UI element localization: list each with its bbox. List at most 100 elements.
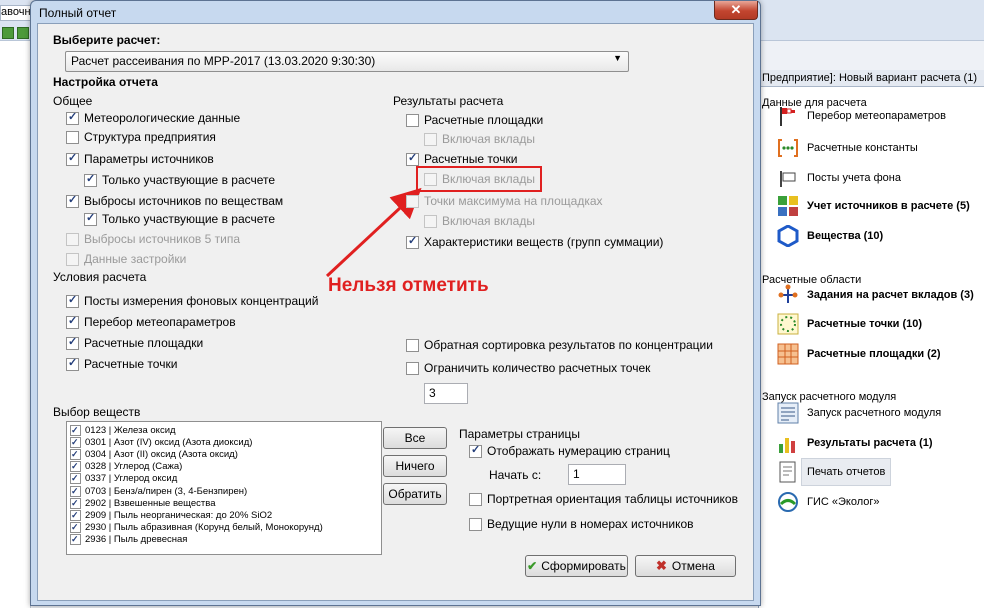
condition-option-2[interactable]: Расчетные площадки	[66, 336, 203, 350]
checkbox-box[interactable]	[70, 497, 81, 509]
checkbox-box[interactable]	[66, 294, 79, 308]
select-all-button[interactable]: Все	[383, 427, 447, 449]
reverse-sort-checkbox[interactable]: Обратная сортировка результатов по конце…	[406, 338, 713, 352]
checkbox-box[interactable]	[406, 152, 419, 166]
checkbox-box[interactable]	[66, 130, 79, 144]
substance-item[interactable]: 2909 | Пыль неорганическая: до 20% SiO2	[70, 509, 272, 521]
checkbox-box[interactable]	[469, 517, 482, 531]
general-option-4[interactable]: Выбросы источников по веществам	[66, 194, 283, 208]
portrait-orientation-checkbox[interactable]: Портретная ориентация таблицы источников	[469, 492, 738, 506]
general-option-1[interactable]: Структура предприятия	[66, 130, 216, 144]
calc-select[interactable]: Расчет рассеивания по МРР-2017 (13.03.20…	[65, 51, 629, 72]
tree-item[interactable]: Задания на расчет вкладов (3)	[777, 282, 974, 308]
general-option-6-label: Выбросы источников 5 типа	[84, 232, 241, 246]
toolbar-refresh-icon[interactable]	[2, 27, 14, 39]
checkbox-box[interactable]	[70, 522, 81, 534]
result-option-0[interactable]: Расчетные площадки	[406, 113, 543, 127]
substance-item[interactable]: 0703 | Бенз/а/пирен (3, 4-Бензпирен)	[70, 485, 247, 497]
page-numbering-checkbox[interactable]: Отображать нумерацию страниц	[469, 444, 670, 458]
tree-item[interactable]: Расчетные площадки (2)	[777, 341, 941, 367]
checkbox-box[interactable]	[70, 485, 81, 497]
checkbox-box[interactable]	[66, 336, 79, 350]
tree-item-label: Перебор метеопараметров	[807, 110, 946, 122]
general-option-7: Данные застройки	[66, 252, 186, 266]
tree-item[interactable]: Печать отчетов	[777, 458, 892, 486]
result-option-2[interactable]: Расчетные точки	[406, 152, 517, 166]
toolbar-export-icon[interactable]	[17, 27, 29, 39]
tree-item[interactable]: Вещества (10)	[777, 223, 883, 249]
invert-selection-button[interactable]: Обратить	[383, 483, 447, 505]
leading-zeros-checkbox[interactable]: Ведущие нули в номерах источников	[469, 517, 694, 531]
tree-item[interactable]: Перебор метеопараметров	[777, 103, 946, 129]
start-from-input[interactable]: 1	[568, 464, 626, 485]
substance-label: 2936 | Пыль древесная	[85, 534, 188, 546]
page-params-title: Параметры страницы	[459, 427, 580, 441]
tree-item[interactable]: Запуск расчетного модуля	[777, 400, 941, 426]
substance-item[interactable]: 0304 | Азот (II) оксид (Азота оксид)	[70, 448, 238, 460]
substance-item[interactable]: 0123 | Железа оксид	[70, 424, 176, 436]
checkbox-box[interactable]	[66, 315, 79, 329]
checkbox-box	[406, 194, 419, 208]
tree-item[interactable]: ГИС «Эколог»	[777, 489, 880, 515]
checkbox-box[interactable]	[66, 152, 79, 166]
checkbox-box[interactable]	[70, 448, 81, 460]
limit-points-checkbox[interactable]: Ограничить количество расчетных точек	[406, 361, 650, 375]
general-option-5[interactable]: Только участвующие в расчете	[84, 212, 275, 226]
general-option-0[interactable]: Метеорологические данные	[66, 111, 240, 125]
checkbox-box[interactable]	[406, 235, 419, 249]
checkbox-box[interactable]	[70, 461, 81, 473]
checkbox-box[interactable]	[84, 173, 97, 187]
condition-option-3[interactable]: Расчетные точки	[66, 357, 177, 371]
select-none-button[interactable]: Ничего	[383, 455, 447, 477]
general-option-2[interactable]: Параметры источников	[66, 152, 214, 166]
result-option-6[interactable]: Характеристики веществ (групп суммации)	[406, 235, 663, 249]
close-button[interactable]: ✕	[714, 1, 758, 20]
condition-option-0-label: Посты измерения фоновых концентраций	[84, 294, 319, 308]
tree-item-label: Результаты расчета (1)	[807, 437, 933, 449]
tree-item[interactable]: Результаты расчета (1)	[777, 430, 933, 456]
generate-button-label: Сформировать	[541, 559, 626, 573]
limit-points-input[interactable]: 3	[424, 383, 468, 404]
app-left-pane	[0, 41, 31, 608]
checkbox-box[interactable]	[66, 357, 79, 371]
substances-list[interactable]: 0123 | Железа оксид0301 | Азот (IV) окси…	[66, 421, 382, 555]
tree-item[interactable]: Учет источников в расчете (5)	[777, 193, 970, 219]
cancel-button[interactable]: ✖ Отмена	[635, 555, 736, 577]
checkbox-box[interactable]	[70, 534, 81, 546]
result-option-2-label: Расчетные точки	[424, 152, 518, 166]
checkbox-box[interactable]	[406, 338, 419, 352]
general-option-3[interactable]: Только участвующие в расчете	[84, 173, 275, 187]
checkbox-box[interactable]	[469, 492, 482, 506]
checkbox-box[interactable]	[406, 361, 419, 375]
checkbox-box[interactable]	[84, 212, 97, 226]
checkmark-icon: ✔	[527, 559, 538, 573]
substance-label: 0123 | Железа оксид	[85, 424, 176, 436]
condition-option-1[interactable]: Перебор метеопараметров	[66, 315, 236, 329]
checkbox-box[interactable]	[66, 194, 79, 208]
substance-item[interactable]: 0337 | Углерод оксид	[70, 473, 177, 485]
result-option-4: Точки максимума на площадках	[406, 194, 603, 208]
tree-item-label: Запуск расчетного модуля	[807, 407, 942, 419]
dialog-body: Выберите расчет: Расчет рассеивания по М…	[37, 23, 754, 601]
substance-item[interactable]: 0301 | Азот (IV) оксид (Азота диоксид)	[70, 436, 252, 448]
checkbox-box[interactable]	[66, 111, 79, 125]
calculator-icon	[777, 195, 799, 217]
tree-item[interactable]: Посты учета фона	[777, 165, 901, 191]
tree-item[interactable]: Расчетные точки (10)	[777, 311, 922, 337]
checkbox-box[interactable]	[469, 444, 482, 458]
checkbox-box[interactable]	[406, 113, 419, 127]
substance-item[interactable]: 2936 | Пыль древесная	[70, 534, 187, 546]
checkbox-box[interactable]	[70, 473, 81, 485]
tree-item[interactable]: Расчетные константы	[777, 135, 918, 161]
substance-label: 0301 | Азот (IV) оксид (Азота диоксид)	[85, 436, 253, 448]
checkbox-box[interactable]	[70, 509, 81, 521]
general-option-2-label: Параметры источников	[84, 152, 214, 166]
generate-button[interactable]: ✔ Сформировать	[525, 555, 628, 577]
substance-item[interactable]: 0328 | Углерод (Сажа)	[70, 461, 182, 473]
condition-option-0[interactable]: Посты измерения фоновых концентраций	[66, 294, 318, 308]
substance-item[interactable]: 2930 | Пыль абразивная (Корунд белый, Мо…	[70, 522, 323, 534]
checkbox-box[interactable]	[70, 436, 81, 448]
substance-item[interactable]: 2902 | Взвешенные вещества	[70, 497, 216, 509]
checkbox-box[interactable]	[70, 424, 81, 436]
tree-item-label: Печать отчетов	[801, 458, 892, 486]
